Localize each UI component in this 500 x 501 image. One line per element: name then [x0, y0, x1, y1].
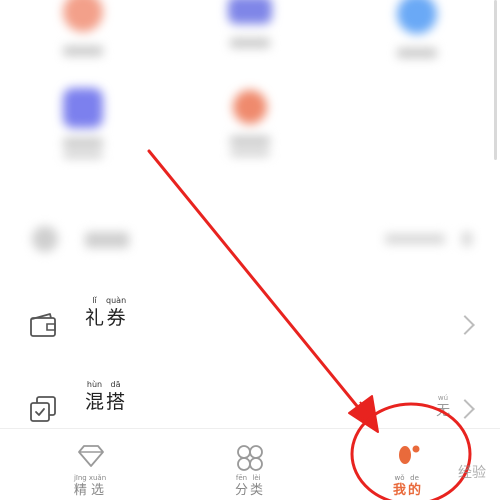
grid-item-5[interactable] — [215, 90, 285, 156]
blurred-label — [85, 232, 129, 248]
feature-label-blurred — [397, 48, 437, 58]
tab-categories[interactable]: fēn 分 lèi 类 — [190, 429, 310, 501]
wallet-icon — [30, 313, 56, 337]
bottom-tab-bar: jīng 精 xuǎn 选 fēn 分 lèi 类 wǒ 我 de 的 — [0, 428, 500, 501]
chevron-right-icon — [455, 315, 475, 335]
feature-icon — [63, 0, 103, 32]
list-item-coupons[interactable]: lǐ 礼 quàn 券 — [0, 296, 500, 352]
feature-label-blurred — [230, 38, 270, 48]
feature-icon — [63, 88, 103, 128]
list-item-value: wú 无 — [436, 394, 450, 419]
feature-label-blurred — [63, 152, 103, 158]
grid-item-3[interactable] — [382, 0, 452, 58]
ruby-char: dā 搭 — [106, 380, 126, 413]
scrollbar[interactable] — [494, 0, 497, 160]
feature-label-blurred — [63, 46, 103, 56]
list-item-label: lǐ 礼 quàn 券 — [85, 296, 128, 352]
watermark: 经验 — [458, 465, 486, 481]
blurred-row[interactable] — [0, 212, 500, 268]
feature-icon — [397, 0, 437, 34]
checklist-icon — [30, 396, 56, 422]
profile-icon — [399, 445, 420, 464]
blurred-icon — [32, 226, 58, 252]
feature-label-blurred — [230, 136, 270, 146]
diamond-icon — [78, 445, 104, 467]
blurred-chevron — [462, 232, 472, 246]
ruby-char: lǐ 礼 — [85, 296, 105, 329]
grid-item-2[interactable] — [215, 0, 285, 48]
grid-item-1[interactable] — [48, 0, 118, 56]
feature-icon — [228, 0, 272, 24]
feature-label-blurred — [230, 150, 270, 156]
tab-label: fēn 分 lèi 类 — [234, 474, 264, 498]
tab-featured[interactable]: jīng 精 xuǎn 选 — [31, 429, 151, 501]
ruby-char: quàn 券 — [106, 296, 127, 329]
tab-mine[interactable]: wǒ 我 de 的 — [348, 429, 468, 501]
feature-icon — [233, 90, 267, 124]
chevron-right-icon — [455, 399, 475, 419]
tab-label: wǒ 我 de 的 — [392, 474, 422, 498]
four-petal-icon — [237, 445, 263, 471]
grid-item-4[interactable] — [48, 88, 118, 158]
blurred-value — [385, 234, 445, 244]
tab-label: jīng 精 xuǎn 选 — [73, 474, 107, 498]
ruby-char: hùn 混 — [85, 380, 105, 413]
feature-label-blurred — [63, 138, 103, 148]
